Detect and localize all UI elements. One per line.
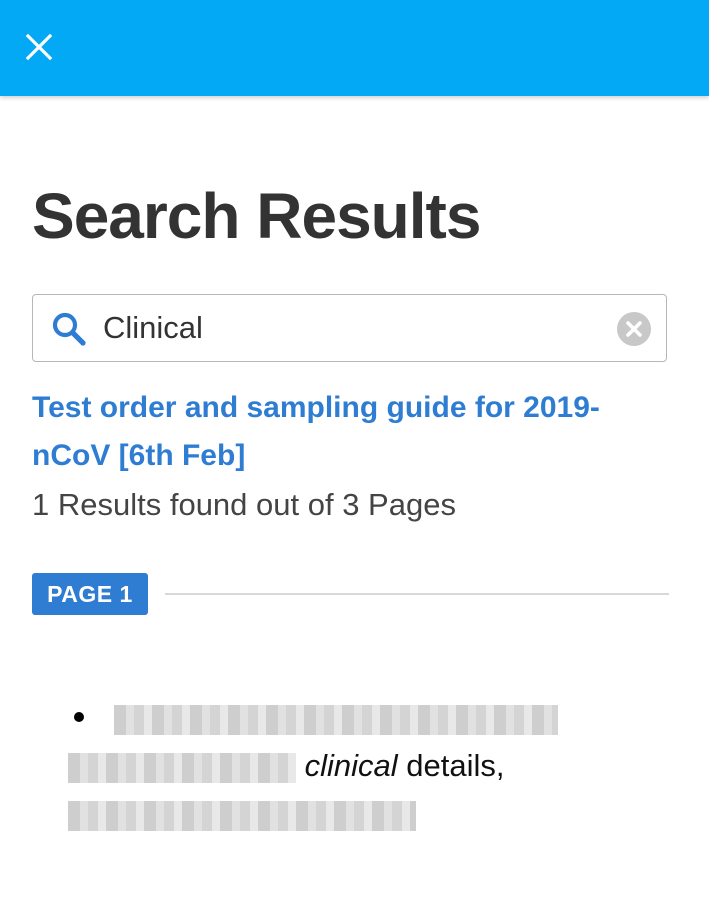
page-badge: PAGE 1 (32, 573, 148, 615)
close-icon (25, 33, 53, 61)
redacted-text (68, 800, 416, 831)
app-bar (0, 0, 709, 96)
snippet-highlight: clinical (304, 748, 398, 783)
redacted-text (114, 704, 558, 735)
snippet-text: details, (397, 748, 505, 783)
search-bar[interactable] (32, 294, 667, 362)
search-input[interactable] (103, 295, 603, 361)
search-icon (52, 312, 86, 346)
close-button[interactable] (18, 26, 60, 68)
search-snippet: clinical details, (68, 694, 588, 838)
redacted-text (68, 752, 296, 783)
results-count: 1 Results found out of 3 Pages (32, 487, 456, 522)
result-document-title[interactable]: Test order and sampling guide for 2019-n… (32, 384, 652, 480)
page-divider (165, 593, 669, 595)
clear-icon[interactable] (616, 311, 652, 347)
page-title: Search Results (32, 180, 481, 252)
